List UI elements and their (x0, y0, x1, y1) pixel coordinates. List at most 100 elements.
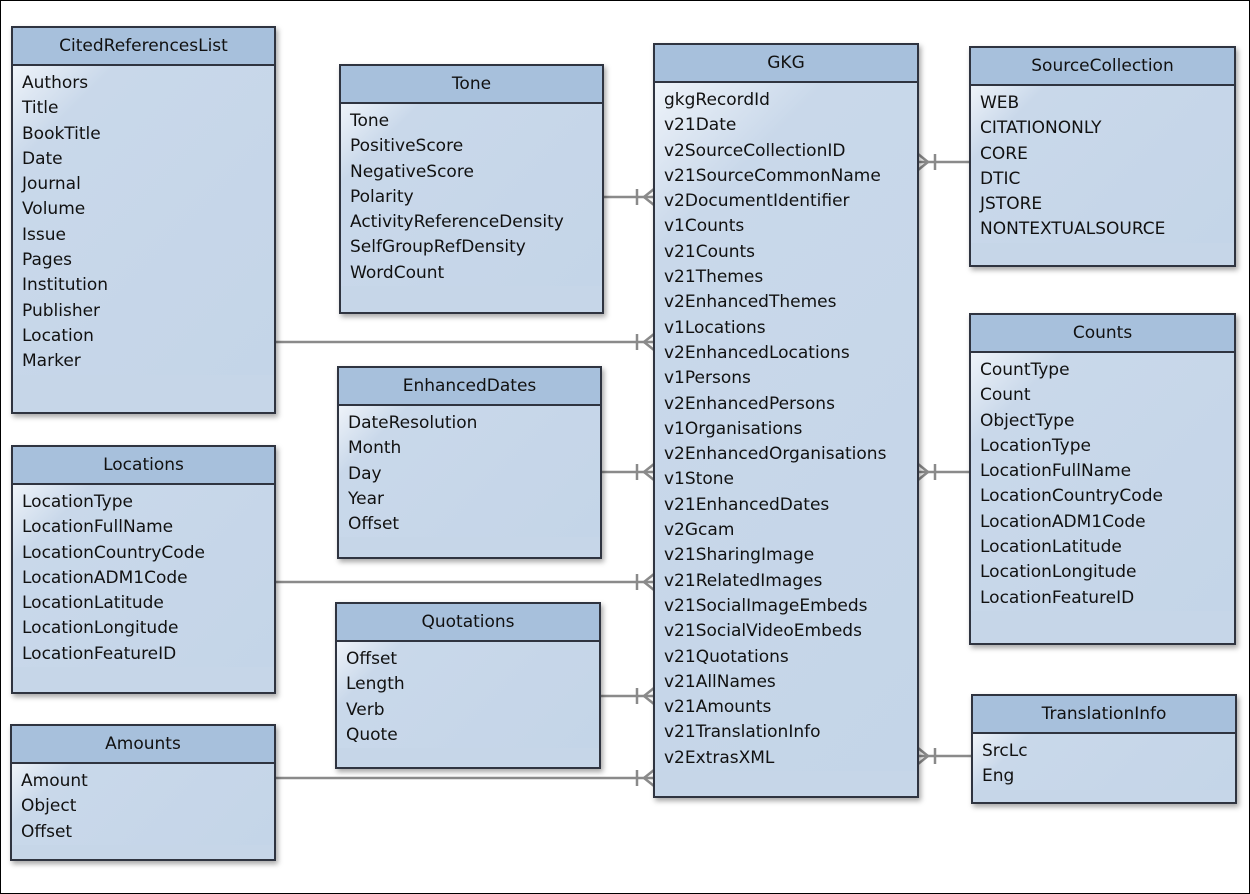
entity-field: Amount (21, 771, 88, 791)
entity-source-collection[interactable]: SourceCollection WEB CITATIONONLY CORE DTIC… (969, 46, 1236, 267)
entity-cited-references-list[interactable]: CitedReferencesList Authors Title BookTitl… (11, 26, 276, 414)
entity-field: v1Counts (664, 216, 745, 237)
entity-quotations[interactable]: Quotations Offset Length Verb Quote (335, 602, 601, 769)
entity-field: Day (348, 463, 382, 484)
entity-field: LocationLatitude (22, 593, 164, 614)
entity-field: LocationCountryCode (22, 542, 205, 563)
entity-field: Institution (22, 275, 109, 296)
entity-field: v2ExtrasXML (664, 747, 775, 768)
entity-field: Year (348, 488, 384, 509)
entity-field: CORE (980, 143, 1028, 164)
entity-field: v21Amounts (664, 697, 772, 718)
relationship-amounts-gkg (276, 769, 655, 787)
entity-field: ObjectType (980, 410, 1075, 431)
entity-field: Date (22, 148, 63, 169)
entity-field: LocationADM1Code (980, 511, 1146, 532)
entity-field: v21SocialImageEmbeds (664, 595, 868, 616)
entity-field: Marker (22, 351, 81, 372)
entity-field: v21EnhancedDates (664, 494, 830, 515)
entity-field: Journal (22, 174, 81, 195)
entity-field: SrcLc (982, 741, 1028, 761)
entity-header: TranslationInfo (973, 696, 1235, 734)
entity-field: v21SharingImage (664, 545, 815, 566)
entity-fields: WEB CITATIONONLY CORE DTIC JSTORE NONTEXTUALS… (971, 86, 1234, 243)
entity-field: v21SocialVideoEmbeds (664, 621, 862, 642)
entity-field: v21TranslationInfo (664, 722, 821, 743)
entity-field: v2Gcam (664, 520, 735, 541)
entity-enhanced-dates[interactable]: EnhancedDates DateResolution Month Day Year… (337, 366, 602, 559)
entity-field: CountType (980, 360, 1070, 380)
relationship-translation-gkg (917, 747, 972, 765)
entity-field: Verb (346, 699, 385, 720)
entity-field: WEB (980, 93, 1020, 113)
entity-field: JSTORE (980, 194, 1043, 215)
entity-fields: LocationType LocationFullName LocationCoun… (13, 485, 274, 668)
entity-counts[interactable]: Counts CountType Count ObjectType LocationT… (969, 313, 1236, 645)
entity-field: LocationType (22, 492, 133, 512)
entity-field: Authors (22, 73, 89, 93)
entity-field: Location (22, 325, 94, 346)
entity-field: v21AllNames (664, 671, 776, 692)
entity-field: Offset (21, 821, 73, 842)
relationship-source-gkg (917, 153, 970, 171)
entity-field: NONTEXTUALSOURCE (980, 219, 1166, 240)
entity-field: v21Quotations (664, 646, 789, 667)
entity-amounts[interactable]: Amounts Amount Object Offset (10, 724, 276, 861)
entity-field: v1Stone (664, 469, 734, 490)
entity-field: Eng (982, 766, 1015, 787)
entity-field: v2SourceCollectionID (664, 140, 846, 161)
entity-field: Polarity (350, 186, 414, 207)
entity-field: NegativeScore (350, 161, 474, 182)
entity-translation-info[interactable]: TranslationInfo SrcLc Eng (971, 694, 1237, 804)
entity-fields: SrcLc Eng (973, 734, 1235, 790)
entity-header: Counts (971, 315, 1234, 353)
relationship-dates-gkg (602, 463, 655, 481)
entity-field: gkgRecordId (664, 90, 770, 110)
entity-field: Count (980, 385, 1031, 406)
entity-field: v2EnhancedLocations (664, 342, 850, 363)
entity-field: Volume (22, 199, 86, 220)
entity-field: v1Persons (664, 368, 751, 389)
entity-field: v2EnhancedThemes (664, 292, 837, 313)
entity-field: LocationFeatureID (22, 643, 177, 664)
entity-field: LocationADM1Code (22, 567, 188, 588)
entity-field: Offset (348, 514, 400, 535)
entity-field: LocationType (980, 435, 1091, 456)
entity-field: v2EnhancedOrganisations (664, 444, 887, 465)
entity-fields: Tone PositiveScore NegativeScore Polarity Ac… (341, 104, 602, 287)
entity-header: Locations (13, 447, 274, 485)
entity-gkg[interactable]: GKG gkgRecordId v21Date v2SourceCollection… (653, 43, 919, 798)
entity-field: Object (21, 796, 77, 817)
entity-field: v21Themes (664, 267, 764, 288)
entity-field: Publisher (22, 300, 101, 321)
entity-field: LocationCountryCode (980, 486, 1163, 507)
relationship-locations-gkg (276, 573, 655, 591)
entity-field: v1Locations (664, 317, 766, 338)
entity-header: Amounts (12, 726, 274, 764)
entity-field: v21RelatedImages (664, 570, 823, 591)
entity-tone[interactable]: Tone Tone PositiveScore NegativeScore Polar… (339, 64, 604, 314)
entity-field: v2EnhancedPersons (664, 393, 835, 414)
entity-field: Length (346, 674, 405, 695)
entity-field: v1Organisations (664, 418, 803, 439)
entity-field: v21SourceCommonName (664, 165, 881, 186)
entity-field: v2DocumentIdentifier (664, 191, 850, 212)
relationship-quotations-gkg (600, 687, 655, 705)
entity-field: Offset (346, 649, 398, 669)
entity-locations[interactable]: Locations LocationType LocationFullName Lo… (11, 445, 276, 694)
entity-field: v21Counts (664, 241, 756, 262)
entity-header: CitedReferencesList (13, 28, 274, 66)
entity-field: Month (348, 438, 402, 459)
entity-field: WordCount (350, 262, 445, 283)
entity-field: PositiveScore (350, 136, 464, 157)
entity-field: Tone (350, 111, 390, 131)
entity-field: DateResolution (348, 413, 478, 433)
entity-fields: CountType Count ObjectType LocationType Loca… (971, 353, 1234, 611)
entity-fields: Offset Length Verb Quote (337, 642, 599, 749)
entity-header: Tone (341, 66, 602, 104)
entity-field: BookTitle (22, 123, 101, 144)
entity-header: EnhancedDates (339, 368, 600, 406)
entity-header: SourceCollection (971, 48, 1234, 86)
relationship-tone-gkg (604, 188, 655, 206)
entity-fields: Authors Title BookTitle Date Journal Volume Is… (13, 66, 274, 375)
